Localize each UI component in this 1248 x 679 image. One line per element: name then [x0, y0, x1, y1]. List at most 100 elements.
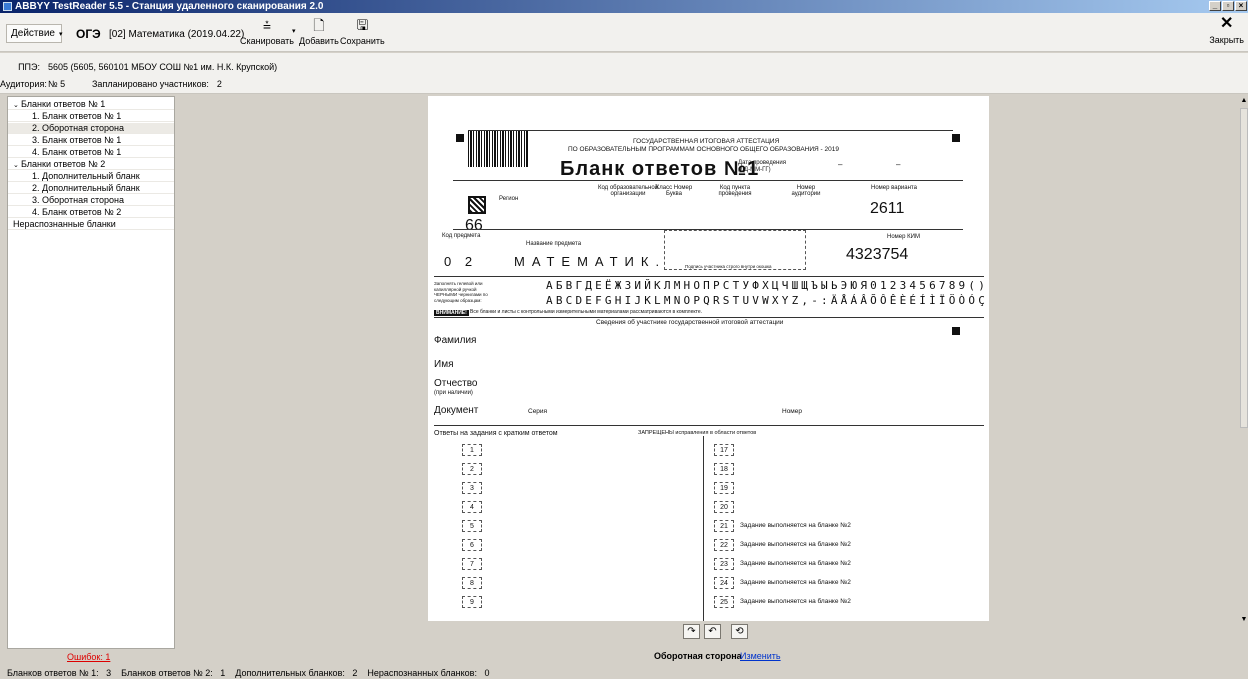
page-side-label: Оборотная сторона [654, 651, 742, 661]
save-button[interactable]: 🖫 Сохранить [340, 17, 385, 46]
participant-header: Сведения об участнике государственной ит… [596, 319, 784, 326]
signature-label: Подпись участника строго внутри окошка [685, 264, 772, 269]
patronymic-note: (при наличии) [434, 390, 473, 396]
variant-label: Номер варианта [871, 185, 917, 191]
close-window-button[interactable]: × [1235, 1, 1247, 11]
patronymic-label: Отчество [434, 378, 478, 389]
planned-label: Запланировано участников: [92, 79, 209, 89]
scan-options-chevron-icon[interactable]: ▾ [292, 27, 296, 35]
action-dropdown-button[interactable]: Действие ▾ [6, 24, 62, 43]
chevron-down-icon[interactable]: ⌄ [13, 160, 19, 171]
page-scrollbar[interactable]: ▲ ▼ [1240, 96, 1248, 624]
answer-box: 6 [462, 539, 482, 551]
attention-label: ВНИМАНИЕ! [434, 310, 469, 316]
answer-box: 9 [462, 596, 482, 608]
maximize-button[interactable]: ▫ [1222, 1, 1234, 11]
ppe-label: ППЭ: [18, 62, 40, 72]
flip-icon: ⟲ [735, 626, 744, 637]
tree-item-label: 3. Бланк ответов № 1 [32, 135, 122, 145]
answer-box: 4 [462, 501, 482, 513]
tree-item-label: 4. Бланк ответов № 1 [32, 147, 122, 157]
tree-item-selected[interactable]: 2. Оборотная сторона [8, 123, 174, 134]
chevron-down-icon: ▾ [58, 30, 63, 38]
app-icon [3, 2, 12, 11]
status-text: Бланков ответов № 1: 3 Бланков ответов №… [7, 668, 490, 678]
subject-code-label: Код предмета [442, 233, 481, 239]
answer-box: 20 [714, 501, 734, 513]
class-label: Класс Номер Буква [655, 185, 693, 197]
region-label: Регион [499, 196, 519, 202]
chevron-down-icon[interactable]: ⌄ [13, 100, 19, 111]
form-header-line1: ГОСУДАРСТВЕННАЯ ИТОГОВАЯ АТТЕСТАЦИЯ [633, 138, 780, 145]
document-label: Документ [434, 405, 479, 416]
close-button[interactable]: ✕ Закрыть [1209, 16, 1244, 46]
frame-line [434, 425, 984, 426]
scan-label: Сканировать [240, 36, 294, 46]
add-button[interactable]: 🗋 Добавить [299, 17, 339, 46]
sample-row-cyrillic: АБВГДЕЁЖЗИЙКЛМНОПРСТУФХЦЧШЩЪЫЬЭЮЯ0123456… [546, 279, 989, 292]
tree-item[interactable]: 3. Бланк ответов № 1 [8, 135, 174, 146]
scan-icon: ⩮ [262, 17, 272, 33]
attention-text: Все бланки и листы с контрольными измери… [470, 309, 703, 315]
add-page-icon: 🗋 [313, 17, 325, 33]
tree-item-label: 2. Дополнительный бланк [32, 183, 140, 193]
date-label: Дата проведения (ДД-ММ-ГГ) [738, 160, 786, 173]
tree-group-blanks-1[interactable]: ⌄ Бланки ответов № 1 [8, 99, 174, 110]
answer-box: 1 [462, 444, 482, 456]
form-header-line2: ПО ОБРАЗОВАТЕЛЬНЫМ ПРОГРАММАМ ОСНОВНОГО … [568, 146, 839, 153]
scan-button[interactable]: ⩮ Сканировать [240, 17, 294, 46]
change-side-link[interactable]: Изменить [740, 651, 781, 661]
form-qr-code [468, 196, 486, 214]
answers-header: Ответы на задания с кратким ответом [434, 430, 558, 437]
rotate-right-button[interactable]: ↷ [683, 624, 700, 639]
frame-line [434, 276, 984, 277]
tree-item[interactable]: 2. Дополнительный бланк [8, 183, 174, 194]
minimize-button[interactable]: _ [1209, 1, 1221, 11]
tree-item-label: 2. Оборотная сторона [32, 123, 124, 133]
tree-item[interactable]: 3. Оборотная сторона [8, 195, 174, 206]
answer-box: 18 [714, 463, 734, 475]
tree-item[interactable]: 1. Бланк ответов № 1 [8, 111, 174, 122]
flip-button[interactable]: ⟲ [731, 624, 748, 639]
tree-item-label: 3. Оборотная сторона [32, 195, 124, 205]
tree-item-label: 4. Бланк ответов № 2 [32, 207, 122, 217]
tree-item[interactable]: 4. Бланк ответов № 2 [8, 207, 174, 218]
answer-box: 23 [714, 558, 734, 570]
subject-name-label: Название предмета [526, 241, 582, 247]
add-label: Добавить [299, 36, 339, 46]
task-note: Задание выполняется на бланке №2 [740, 598, 851, 605]
tree-item[interactable]: 4. Бланк ответов № 1 [8, 147, 174, 158]
tree-item-label: Нераспознанные бланки [13, 219, 116, 229]
date-dash: – [896, 160, 901, 169]
status-bar: Бланков ответов № 1: 3 Бланков ответов №… [0, 667, 1248, 679]
kim-label: Номер КИМ [887, 234, 920, 240]
series-label: Серия [528, 408, 548, 415]
frame-line [468, 130, 953, 131]
answer-box: 25 [714, 596, 734, 608]
surname-label: Фамилия [434, 335, 477, 346]
point-label: Код пункта проведения [718, 185, 752, 197]
tree-group-blanks-2[interactable]: ⌄ Бланки ответов № 2 [8, 159, 174, 170]
name-label: Имя [434, 359, 454, 370]
errors-link[interactable]: Ошибок: 1 [67, 652, 110, 662]
variant-value: 2611 [870, 200, 905, 217]
task-note: Задание выполняется на бланке №2 [740, 560, 851, 567]
answer-box: 21 [714, 520, 734, 532]
exam-subject: [02] Математика (2019.04.22) [109, 29, 245, 40]
answer-box: 19 [714, 482, 734, 494]
answer-box: 8 [462, 577, 482, 589]
tree-item-label: 1. Дополнительный бланк [32, 171, 140, 181]
exam-code: ОГЭ [76, 27, 101, 41]
forbidden-note: ЗАПРЕЩЕНЫ исправления в области ответов [638, 430, 757, 436]
scroll-up-icon[interactable]: ▲ [1240, 96, 1248, 105]
tree-item[interactable]: 1. Дополнительный бланк [8, 171, 174, 182]
scroll-down-icon[interactable]: ▼ [1240, 615, 1248, 624]
main-toolbar: Действие ▾ ОГЭ [02] Математика (2019.04.… [0, 13, 1248, 52]
tree-item-unrecognized[interactable]: Нераспознанные бланки [8, 219, 174, 230]
action-label: Действие [11, 28, 55, 39]
answer-box: 24 [714, 577, 734, 589]
task-note: Задание выполняется на бланке №2 [740, 541, 851, 548]
sample-label: Заполнять гелевой или капиллярной ручкой… [434, 281, 488, 303]
rotate-left-button[interactable]: ↶ [704, 624, 721, 639]
scroll-thumb[interactable] [1240, 108, 1248, 428]
